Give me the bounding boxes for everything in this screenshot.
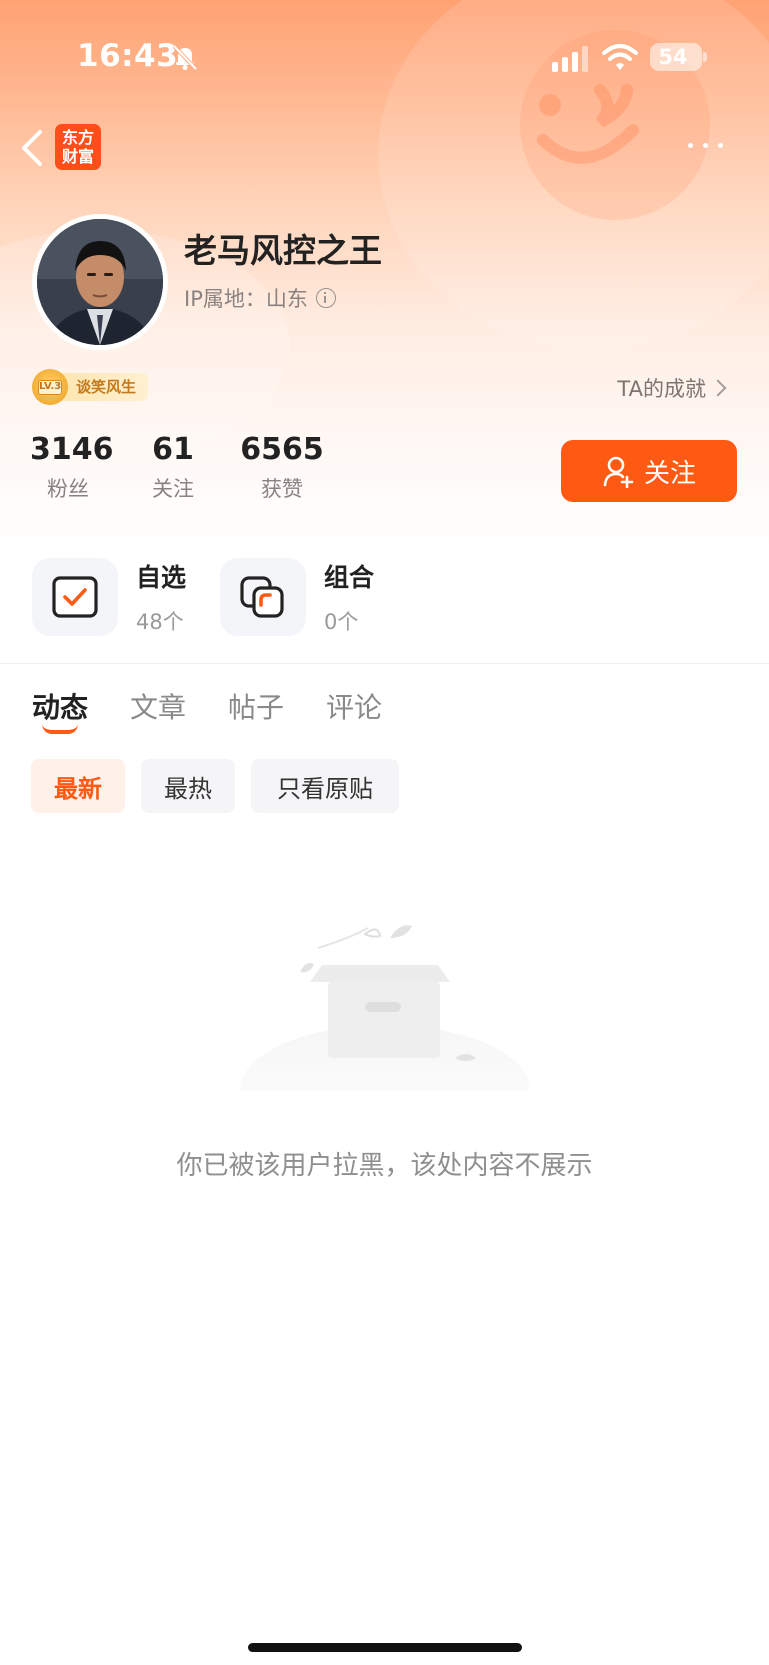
battery-tip [703,52,707,62]
avatar[interactable] [32,214,168,350]
tab-articles[interactable]: 文章 [130,686,186,726]
stat-value: 6565 [240,432,324,467]
stat-label: 粉丝 [47,477,89,501]
app-logo-line1: 东方 [61,128,94,147]
battery-level: 54 [658,45,688,69]
level-title: 谈笑风生 [58,373,149,401]
app-logo[interactable]: 东方 财富 [55,124,101,170]
content-panel [0,536,769,1665]
shortcut-watchlist[interactable]: 自选 48个 [32,558,186,636]
ip-location-text: IP属地：山东 [184,287,308,311]
portfolio-icon [240,576,284,618]
tab-posts[interactable]: 帖子 [228,686,284,726]
more-options-button[interactable] [684,130,728,160]
follow-button-label: 关注 [643,458,696,489]
checkbox-icon [52,576,98,618]
chevron-right-icon [709,379,727,397]
shortcut-title: 自选 [136,563,187,592]
shortcut-icon-box [32,558,118,636]
cellular-signal-icon [552,46,588,72]
shortcut-portfolio[interactable]: 组合 0个 [220,558,374,636]
empty-box-icon [240,925,530,1090]
back-arrow-icon[interactable] [18,126,46,170]
profile-name: 老马风控之王 [184,231,382,270]
shortcut-count: 48个 [136,610,184,634]
stat-likes[interactable]: 6565 获赞 [240,432,324,503]
avatar-portrait-icon [37,219,163,345]
empty-state-message: 你已被该用户拉黑，该处内容不展示 [176,1151,593,1181]
filter-hottest[interactable]: 最热 [141,759,235,813]
active-tab-indicator [42,724,78,734]
stat-value: 61 [152,432,194,467]
info-icon[interactable] [315,288,336,308]
level-emblem-icon: LV.3 [32,369,68,405]
bell-muted-icon [172,44,198,71]
tab-comments[interactable]: 评论 [326,686,382,726]
battery-icon: 54 [650,43,702,71]
level-badge[interactable]: LV.3 谈笑风生 [32,369,149,405]
ip-location: IP属地：山东 [184,283,336,313]
status-time: 16:43 [77,38,179,74]
home-indicator[interactable] [248,1643,522,1652]
stat-label: 获赞 [261,477,303,501]
stat-following[interactable]: 61 关注 [140,432,206,503]
tab-activity[interactable]: 动态 [32,686,88,726]
section-divider [0,663,769,664]
achievements-link[interactable]: TA的成就 [617,373,727,403]
shortcut-icon-box [220,558,306,636]
filter-original-only[interactable]: 只看原贴 [251,759,399,813]
level-code: LV.3 [38,379,62,395]
status-bar: 16:43 54 [0,0,769,110]
stat-label: 关注 [152,477,194,501]
shortcut-title: 组合 [324,563,375,592]
wifi-icon [602,44,638,70]
filter-latest[interactable]: 最新 [31,759,125,813]
stat-value: 3146 [30,432,114,467]
follow-button[interactable]: 关注 [561,440,737,502]
app-logo-line2: 财富 [61,147,94,166]
stat-followers[interactable]: 3146 粉丝 [30,432,114,503]
shortcut-count: 0个 [324,610,359,634]
add-user-icon [603,456,634,488]
achievements-label: TA的成就 [617,377,706,401]
